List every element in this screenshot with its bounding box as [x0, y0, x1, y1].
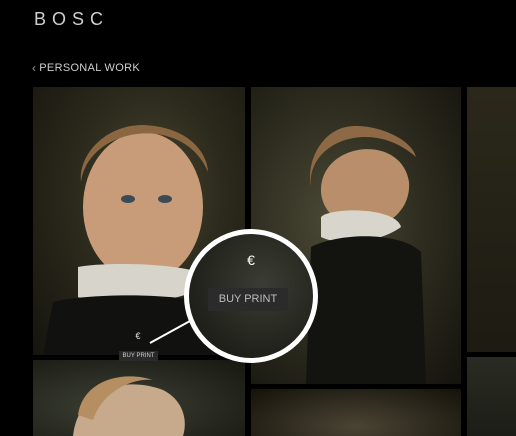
back-link[interactable]: ‹ PERSONAL WORK	[32, 61, 140, 75]
back-link-label: PERSONAL WORK	[39, 62, 140, 74]
gallery-photo-bottom-center[interactable]	[251, 389, 461, 436]
zoom-euro-icon: €	[247, 252, 255, 268]
price-euro-icon[interactable]: €	[120, 331, 156, 341]
gallery-photo-partial-bottom-right[interactable]	[467, 357, 516, 436]
gallery-photo-portrait-woman[interactable]	[33, 360, 245, 436]
brand-logo[interactable]: BOSC	[34, 9, 109, 30]
buy-print-button[interactable]: BUY PRINT	[119, 351, 158, 361]
chevron-left-icon: ‹	[32, 61, 37, 75]
zoom-callout: € BUY PRINT	[184, 229, 318, 363]
gallery-photo-partial-right[interactable]	[467, 87, 516, 352]
zoom-buy-print-button: BUY PRINT	[208, 288, 288, 311]
portrait-woman-image	[73, 376, 185, 436]
